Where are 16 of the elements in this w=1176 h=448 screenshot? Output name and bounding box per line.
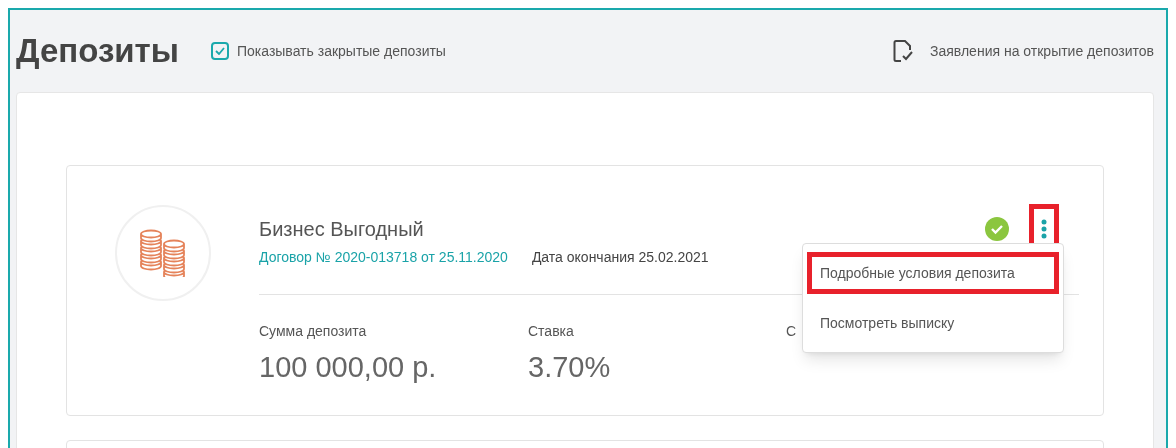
end-date: Дата окончания 25.02.2021: [531, 248, 709, 267]
document-check-icon: [892, 39, 914, 63]
applications-link[interactable]: Заявления на открытие депозитов: [892, 39, 1154, 63]
field-label: С: [786, 322, 797, 341]
vertical-dots-icon: [1041, 218, 1047, 239]
field-value: 100 000,00 р.: [259, 350, 438, 385]
checkbox-label: Показывать закрытые депозиты: [236, 41, 446, 61]
checkbox[interactable]: [210, 42, 229, 60]
field-value: 3.70%: [528, 350, 612, 385]
page-title: Депозиты: [16, 31, 179, 72]
deposit-name: Бизнес Выгодный: [259, 216, 424, 242]
menu-item[interactable]: Подробные условия депозита: [807, 252, 1059, 294]
field-label: Сумма депозита: [259, 322, 368, 341]
checkmark-icon: [214, 47, 225, 55]
menu-item[interactable]: Посмотреть выписку: [807, 302, 1059, 344]
field-label: Ставка: [528, 322, 575, 341]
